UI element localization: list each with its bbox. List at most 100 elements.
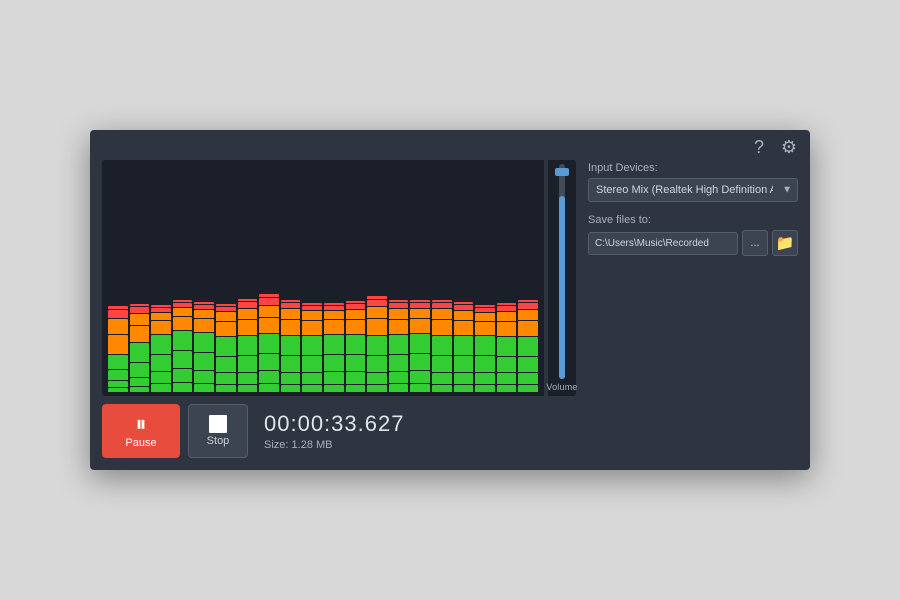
eq-bar-segment bbox=[389, 309, 409, 319]
eq-bar-segment bbox=[108, 319, 128, 334]
eq-bar-segment bbox=[173, 317, 193, 330]
bar-group bbox=[151, 305, 171, 392]
eq-bar-segment bbox=[194, 353, 214, 370]
eq-bar-segment bbox=[281, 320, 301, 335]
eq-bar-segment bbox=[151, 313, 171, 320]
eq-bar-segment bbox=[432, 320, 452, 335]
size-label: Size: bbox=[264, 439, 288, 451]
eq-bar-segment bbox=[281, 373, 301, 384]
size-value: 1.28 MB bbox=[292, 439, 333, 451]
eq-bar-segment bbox=[497, 312, 517, 321]
time-info: 00:00:33.627 Size: 1.28 MB bbox=[264, 411, 404, 451]
save-path-input[interactable] bbox=[588, 232, 738, 255]
eq-bar-segment bbox=[497, 373, 517, 384]
bar-group bbox=[259, 294, 279, 392]
eq-bar-segment bbox=[238, 302, 258, 308]
volume-slider-container: Volume bbox=[548, 160, 576, 396]
eq-bar-segment bbox=[194, 371, 214, 383]
open-folder-button[interactable]: 📁 bbox=[772, 230, 798, 256]
eq-bar-segment bbox=[410, 309, 430, 318]
eq-bar-segment bbox=[108, 370, 128, 380]
eq-bar-segment bbox=[302, 311, 322, 320]
eq-bar-segment bbox=[432, 385, 452, 392]
eq-bar-segment bbox=[367, 336, 387, 355]
bar-group bbox=[497, 303, 517, 392]
eq-bar-segment bbox=[238, 356, 258, 372]
eq-bar-segment bbox=[302, 321, 322, 335]
eq-bar-segment bbox=[432, 373, 452, 384]
eq-bar-segment bbox=[410, 371, 430, 383]
eq-bar-segment bbox=[518, 303, 538, 309]
save-row: ... 📁 bbox=[588, 230, 798, 256]
eq-bar-segment bbox=[302, 303, 322, 305]
eq-bar-segment bbox=[346, 310, 366, 319]
pause-label: Pause bbox=[125, 437, 156, 449]
visualizer-container: Volume bbox=[102, 160, 576, 396]
eq-bar-segment bbox=[497, 357, 517, 372]
eq-bar-segment bbox=[475, 373, 495, 384]
eq-bar-segment bbox=[281, 385, 301, 392]
eq-bar-segment bbox=[410, 319, 430, 333]
eq-bar-segment bbox=[346, 385, 366, 392]
eq-bar-segment bbox=[130, 307, 150, 313]
eq-bar-segment bbox=[259, 318, 279, 333]
save-files-section: Save files to: ... 📁 bbox=[588, 214, 798, 256]
eq-bar-segment bbox=[259, 294, 279, 297]
eq-bar-segment bbox=[216, 337, 236, 356]
eq-bar-segment bbox=[324, 320, 344, 334]
eq-bar-segment bbox=[151, 321, 171, 334]
device-select[interactable]: Stereo Mix (Realtek High Definition Audi… bbox=[588, 178, 798, 202]
eq-bar-segment bbox=[324, 372, 344, 384]
eq-bar-segment bbox=[475, 322, 495, 335]
browse-button[interactable]: ... bbox=[742, 230, 768, 256]
eq-bar-segment bbox=[130, 378, 150, 386]
eq-bar-segment bbox=[410, 303, 430, 308]
stop-button[interactable]: Stop bbox=[188, 404, 248, 458]
bar-group bbox=[324, 303, 344, 392]
eq-bar-segment bbox=[518, 385, 538, 392]
eq-bar-segment bbox=[281, 303, 301, 308]
eq-bar-segment bbox=[324, 311, 344, 319]
eq-bar-segment bbox=[259, 298, 279, 305]
bar-group bbox=[432, 300, 452, 392]
bar-group bbox=[216, 304, 236, 392]
pause-icon: ⏸ bbox=[135, 413, 146, 435]
eq-bar-segment bbox=[302, 373, 322, 384]
eq-bar-segment bbox=[216, 357, 236, 372]
eq-bar-segment bbox=[432, 336, 452, 355]
eq-bar-segment bbox=[238, 336, 258, 355]
volume-thumb[interactable] bbox=[555, 168, 569, 176]
top-bar: ? ⚙ bbox=[90, 130, 810, 160]
input-devices-section: Input Devices: Stereo Mix (Realtek High … bbox=[588, 162, 798, 202]
eq-bar-segment bbox=[130, 304, 150, 306]
eq-bar-segment bbox=[410, 334, 430, 353]
eq-bar-segment bbox=[367, 356, 387, 372]
eq-bar-segment bbox=[346, 301, 366, 303]
settings-icon[interactable]: ⚙ bbox=[778, 136, 800, 158]
controls-row: ⏸ Pause Stop 00:00:33.627 Size: 1.28 MB bbox=[102, 404, 576, 458]
eq-bar-segment bbox=[151, 305, 171, 307]
eq-bar-segment bbox=[194, 305, 214, 309]
pause-button[interactable]: ⏸ Pause bbox=[102, 404, 180, 458]
eq-bar-segment bbox=[302, 306, 322, 310]
bar-group bbox=[173, 300, 193, 392]
volume-label: Volume bbox=[546, 382, 577, 392]
eq-bar-segment bbox=[475, 385, 495, 392]
eq-bar-segment bbox=[259, 306, 279, 317]
eq-bar-segment bbox=[108, 335, 128, 354]
eq-bar-segment bbox=[367, 385, 387, 392]
eq-bar-segment bbox=[194, 302, 214, 304]
eq-bar-segment bbox=[518, 321, 538, 336]
main-area: Volume ⏸ Pause Stop 00:00:33.627 Size: bbox=[90, 160, 810, 470]
bar-group bbox=[367, 296, 387, 392]
eq-bar-segment bbox=[173, 331, 193, 350]
eq-bar-segment bbox=[173, 303, 193, 307]
eq-bar-segment bbox=[216, 322, 236, 336]
eq-bar-segment bbox=[518, 373, 538, 384]
bar-group bbox=[346, 301, 366, 392]
eq-bar-segment bbox=[216, 312, 236, 321]
eq-bar-segment bbox=[454, 311, 474, 320]
help-icon[interactable]: ? bbox=[748, 136, 770, 158]
eq-bar-segment bbox=[173, 300, 193, 302]
eq-bar-segment bbox=[432, 303, 452, 308]
